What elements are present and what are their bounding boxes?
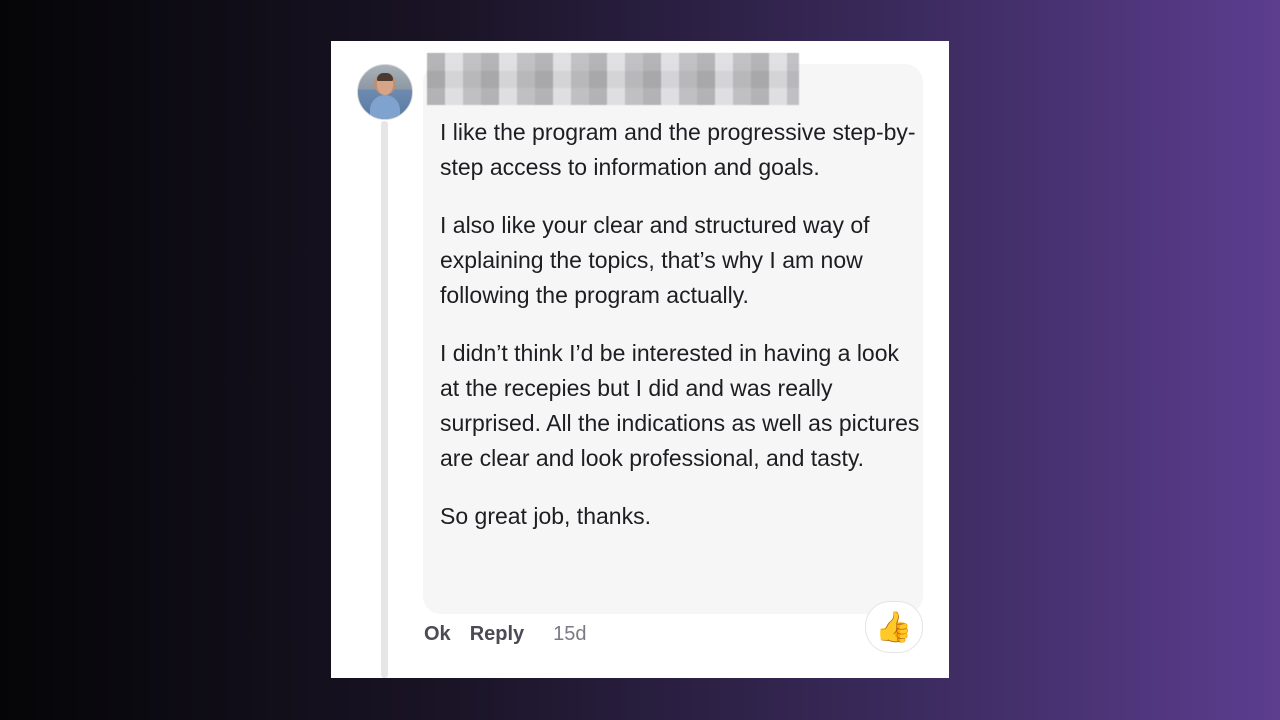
thumbs-up-icon: 👍	[875, 609, 913, 645]
comment-card: I like the program and the progressive s…	[331, 41, 949, 678]
avatar-hair	[377, 73, 393, 81]
comment-body: I like the program and the progressive s…	[440, 115, 920, 534]
comment-paragraph: I didn’t think I’d be interested in havi…	[440, 340, 920, 471]
reply-button[interactable]: Reply	[470, 623, 524, 646]
thumbs-up-reaction[interactable]: 👍	[865, 601, 923, 653]
avatar[interactable]	[357, 64, 413, 120]
thread-line	[381, 121, 388, 678]
avatar-shirt	[370, 95, 400, 119]
comment-actions: Ok Reply 15d	[424, 619, 587, 649]
comment-timestamp: 15d	[553, 622, 587, 645]
blurred-author-name	[427, 53, 799, 105]
comment-paragraph: I also like your clear and structured wa…	[440, 212, 870, 308]
ok-button[interactable]: Ok	[424, 623, 451, 646]
comment-paragraph: I like the program and the progressive s…	[440, 119, 916, 180]
comment-paragraph: So great job, thanks.	[440, 503, 651, 529]
